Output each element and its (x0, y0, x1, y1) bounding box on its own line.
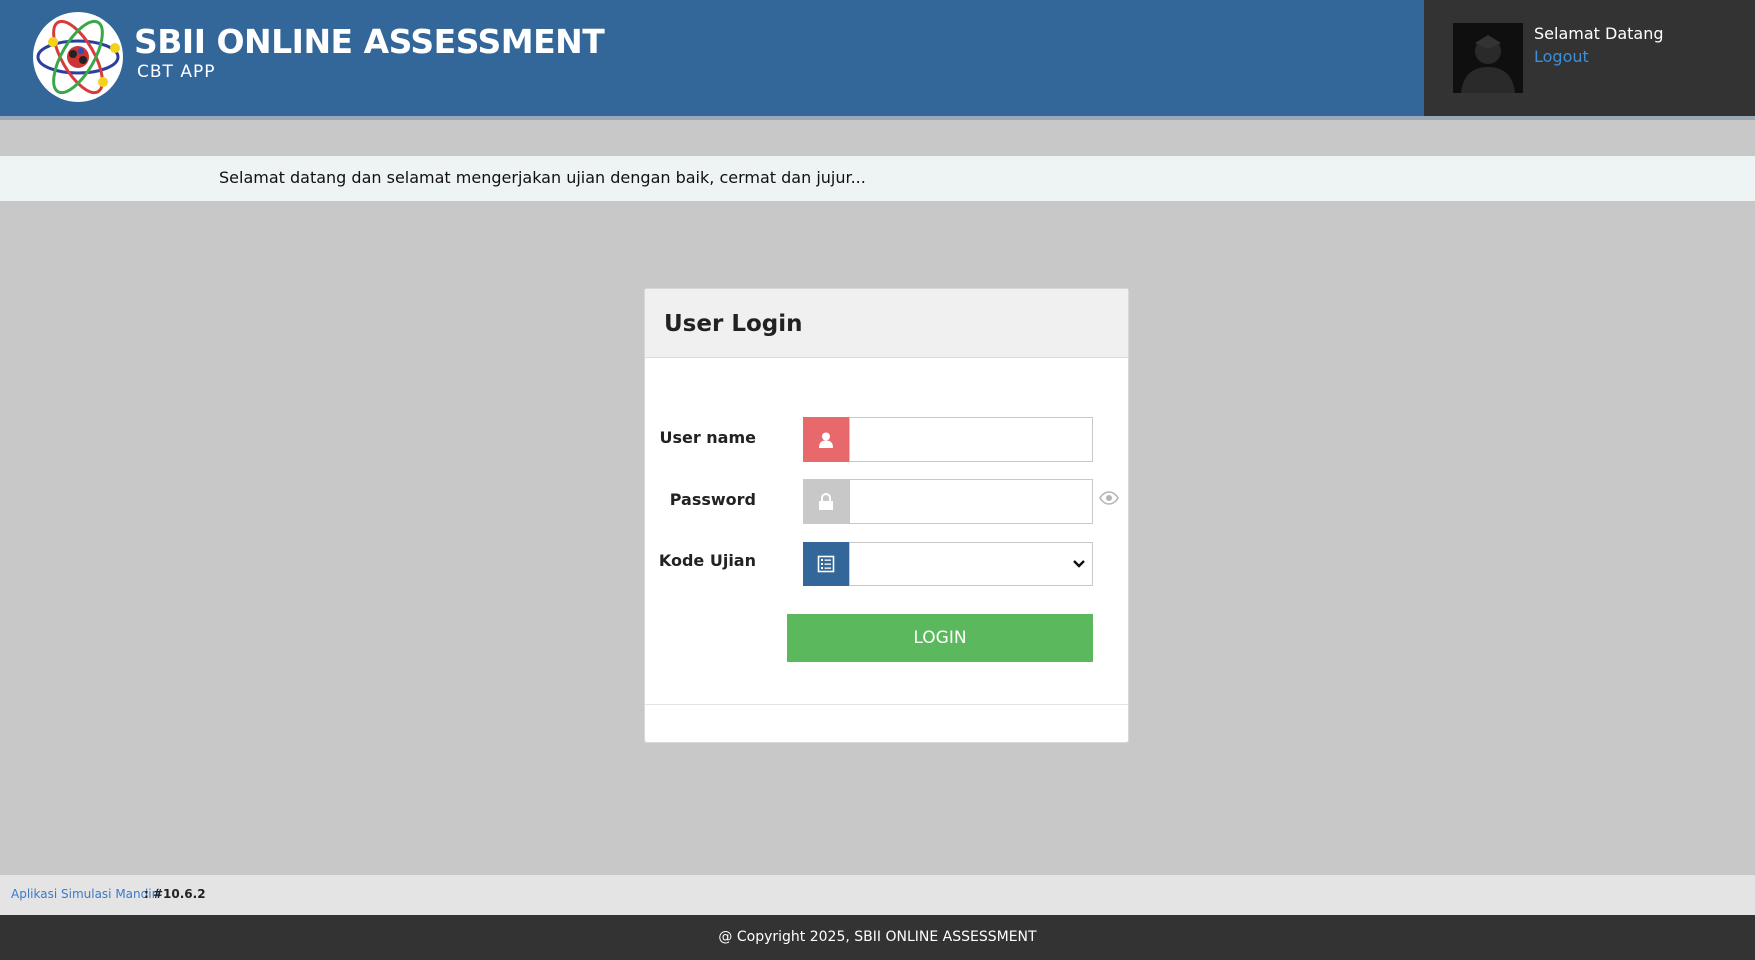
atom-logo-icon (33, 12, 123, 102)
eye-icon[interactable] (1099, 490, 1119, 506)
announcement-text: Selamat datang dan selamat mengerjakan u… (219, 168, 866, 187)
chevron-down-icon (1072, 555, 1086, 577)
username-label: User name (659, 428, 756, 447)
exam-code-select[interactable] (849, 542, 1093, 586)
panel-footer-divider (645, 704, 1128, 705)
header-divider (0, 116, 1755, 120)
user-panel: Selamat Datang Logout (1424, 0, 1755, 116)
lock-icon (803, 479, 849, 524)
copyright-text: @ Copyright 2025, SBII ONLINE ASSESSMENT (718, 929, 1037, 945)
version-number: : #10.6.2 (144, 887, 206, 901)
list-icon (803, 542, 849, 586)
header-brand: SBII ONLINE ASSESSMENT CBT APP (0, 0, 1424, 116)
user-silhouette-icon (1453, 23, 1523, 93)
version-bar: Aplikasi Simulasi Mandiri : #10.6.2 (0, 875, 1755, 915)
password-label: Password (669, 490, 756, 509)
login-title: User Login (664, 311, 803, 337)
welcome-text: Selamat Datang (1534, 24, 1664, 43)
username-input[interactable] (849, 417, 1093, 462)
header: SBII ONLINE ASSESSMENT CBT APP Selamat D… (0, 0, 1755, 116)
app-title: SBII ONLINE ASSESSMENT (134, 22, 605, 61)
password-input[interactable] (849, 479, 1093, 524)
app-subtitle: CBT APP (137, 62, 216, 82)
login-panel-header: User Login (645, 289, 1128, 358)
logout-link[interactable]: Logout (1534, 47, 1589, 66)
user-icon (803, 417, 849, 462)
exam-code-label: Kode Ujian (658, 551, 756, 570)
copyright-bar: @ Copyright 2025, SBII ONLINE ASSESSMENT (0, 915, 1755, 960)
login-button[interactable]: LOGIN (787, 614, 1093, 662)
app-info-link[interactable]: Aplikasi Simulasi Mandiri (11, 887, 160, 901)
announcement-bar: Selamat datang dan selamat mengerjakan u… (0, 156, 1755, 201)
